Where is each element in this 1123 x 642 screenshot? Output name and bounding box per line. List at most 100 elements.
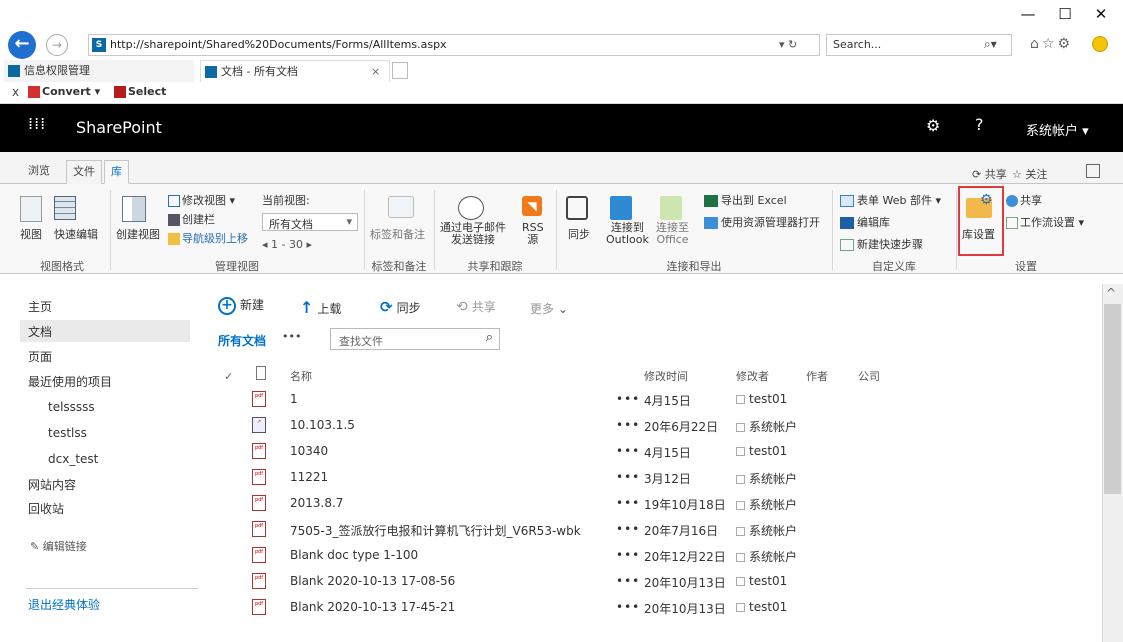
- exit-classic-link[interactable]: 退出经典体验: [28, 596, 100, 613]
- settings-gear-icon[interactable]: ⚙: [926, 116, 940, 135]
- nav-item-telsssss[interactable]: telsssss: [48, 400, 95, 414]
- modify-view-button[interactable]: 修改视图 ▾: [168, 192, 235, 208]
- row-editor[interactable]: test01: [736, 392, 787, 406]
- minimize-button[interactable]: —: [1013, 2, 1043, 26]
- row-more-dots[interactable]: •••: [616, 574, 640, 588]
- nav-item-site-contents[interactable]: 网站内容: [28, 476, 76, 493]
- nav-item-recent[interactable]: 最近使用的项目: [28, 373, 112, 390]
- nav-item-documents[interactable]: 文档: [20, 320, 190, 342]
- row-editor[interactable]: 系统帐户: [736, 522, 797, 539]
- edit-library-button[interactable]: 编辑库: [840, 214, 890, 230]
- pager[interactable]: ◂ 1 - 30 ▸: [262, 238, 312, 251]
- close-toolbar-button[interactable]: x: [12, 85, 19, 99]
- connect-outlook-button[interactable]: 连接到 Outlook: [606, 222, 649, 246]
- open-explorer-button[interactable]: 使用资源管理器打开: [704, 214, 820, 230]
- sharepoint-brand[interactable]: SharePoint: [76, 118, 162, 137]
- refresh-icon[interactable]: ▾ ↻: [779, 35, 797, 55]
- file-name-link[interactable]: Blank doc type 1-100: [290, 548, 418, 562]
- nav-item-recycle-bin[interactable]: 回收站: [28, 500, 64, 517]
- share-page-button[interactable]: ⟳ 共享: [972, 166, 1007, 182]
- nav-item-testlss[interactable]: testlss: [48, 426, 87, 440]
- column-modified-by[interactable]: 修改者: [736, 368, 769, 384]
- forward-button[interactable]: →: [46, 34, 68, 56]
- more-command[interactable]: 更多 ⌄: [530, 300, 568, 317]
- share-library-button[interactable]: 共享: [1006, 192, 1042, 208]
- view-more-dots[interactable]: •••: [282, 330, 301, 343]
- help-icon[interactable]: ?: [975, 115, 984, 134]
- row-editor[interactable]: test01: [736, 574, 787, 588]
- rss-button[interactable]: RSS 源: [522, 222, 544, 246]
- search-icon[interactable]: ⌕: [486, 330, 493, 345]
- column-name[interactable]: 名称: [290, 368, 312, 384]
- app-launcher-icon[interactable]: ⁞⁞⁞: [28, 116, 45, 133]
- create-column-button[interactable]: 创建栏: [168, 211, 215, 227]
- quick-edit-button[interactable]: 快速编辑: [54, 226, 98, 242]
- file-name-link[interactable]: 2013.8.7: [290, 496, 343, 510]
- smiley-icon[interactable]: [1092, 36, 1108, 52]
- export-excel-button[interactable]: 导出到 Excel: [704, 192, 787, 208]
- browser-tab-0[interactable]: 信息权限管理: [4, 60, 194, 82]
- row-more-dots[interactable]: •••: [616, 600, 640, 614]
- file-name-link[interactable]: 10.103.1.5: [290, 418, 355, 432]
- select-button[interactable]: Select: [114, 85, 166, 98]
- sync-command[interactable]: ⟳ 同步: [380, 298, 421, 316]
- column-author[interactable]: 作者: [806, 368, 828, 384]
- column-company[interactable]: 公司: [858, 368, 880, 384]
- file-name-link[interactable]: Blank 2020-10-13 17-45-21: [290, 600, 455, 614]
- row-editor[interactable]: 系统帐户: [736, 548, 797, 565]
- row-more-dots[interactable]: •••: [616, 496, 640, 510]
- file-name-link[interactable]: 11221: [290, 470, 328, 484]
- row-editor[interactable]: 系统帐户: [736, 470, 797, 487]
- nav-item-pages[interactable]: 页面: [28, 348, 52, 365]
- view-all-documents[interactable]: 所有文档: [218, 332, 266, 349]
- row-editor[interactable]: 系统帐户: [736, 496, 797, 513]
- tags-notes-button[interactable]: 标签和备注: [370, 226, 425, 242]
- column-modified[interactable]: 修改时间: [644, 368, 688, 384]
- upload-command[interactable]: ↑ 上载: [300, 298, 341, 317]
- row-more-dots[interactable]: •••: [616, 548, 640, 562]
- user-menu[interactable]: 系统帐户 ▾: [1026, 120, 1089, 139]
- address-bar[interactable]: Shttp://sharepoint/Shared%20Documents/Fo…: [88, 34, 820, 56]
- new-tab-button[interactable]: [392, 62, 408, 79]
- scroll-up-icon[interactable]: ^: [1106, 286, 1116, 300]
- home-star-gear-icons[interactable]: ⌂☆⚙: [1030, 36, 1073, 52]
- scrollbar-thumb[interactable]: [1104, 304, 1121, 494]
- follow-button[interactable]: ☆ 关注: [1012, 166, 1047, 182]
- file-name-link[interactable]: 10340: [290, 444, 328, 458]
- email-link-button[interactable]: 通过电子邮件 发送链接: [440, 222, 506, 246]
- ribbon-tab-files[interactable]: 文件: [66, 160, 102, 184]
- view-button[interactable]: 视图: [20, 226, 42, 242]
- convert-button[interactable]: Convert ▾: [28, 85, 100, 98]
- row-more-dots[interactable]: •••: [616, 470, 640, 484]
- row-more-dots[interactable]: •••: [616, 418, 640, 432]
- workflow-settings-button[interactable]: 工作流设置 ▾: [1006, 214, 1084, 230]
- file-name-link[interactable]: 1: [290, 392, 298, 406]
- share-command[interactable]: ⟲ 共享: [456, 298, 496, 315]
- ribbon-tab-library[interactable]: 库: [104, 160, 129, 184]
- browser-tab-1[interactable]: 文档 - 所有文档 ×: [200, 60, 390, 82]
- nav-item-dcx-test[interactable]: dcx_test: [48, 452, 98, 466]
- form-web-parts-button[interactable]: 表单 Web 部件 ▾: [840, 192, 941, 208]
- sync-ribbon-button[interactable]: 同步: [568, 226, 590, 242]
- edit-links-button[interactable]: ✎ 编辑链接: [30, 538, 87, 554]
- current-view-select[interactable]: 所有文档 ▾: [262, 213, 358, 231]
- back-button[interactable]: ←: [8, 31, 36, 59]
- row-editor[interactable]: test01: [736, 444, 787, 458]
- file-name-link[interactable]: 7505-3_签派放行电报和计算机飞行计划_V6R53-wbk: [290, 522, 581, 539]
- new-quick-step-button[interactable]: 新建快速步骤: [840, 236, 923, 252]
- library-settings-button[interactable]: 库设置: [962, 226, 995, 242]
- maximize-button[interactable]: ☐: [1050, 2, 1080, 26]
- row-more-dots[interactable]: •••: [616, 522, 640, 536]
- connect-office-button[interactable]: 连接至 Office: [656, 222, 689, 246]
- focus-content-icon[interactable]: [1086, 164, 1100, 178]
- row-editor[interactable]: 系统帐户: [736, 418, 797, 435]
- select-all-checkmark-icon[interactable]: ✓: [224, 370, 233, 383]
- close-window-button[interactable]: ✕: [1086, 2, 1116, 26]
- file-name-link[interactable]: Blank 2020-10-13 17-08-56: [290, 574, 455, 588]
- row-editor[interactable]: test01: [736, 600, 787, 614]
- row-more-dots[interactable]: •••: [616, 444, 640, 458]
- new-command[interactable]: + 新建: [218, 296, 264, 315]
- ribbon-tab-browse[interactable]: 浏览: [22, 160, 56, 184]
- search-magnifier-icon[interactable]: ⌕▾: [984, 37, 997, 52]
- navigate-up-button[interactable]: 导航级别上移: [168, 230, 248, 246]
